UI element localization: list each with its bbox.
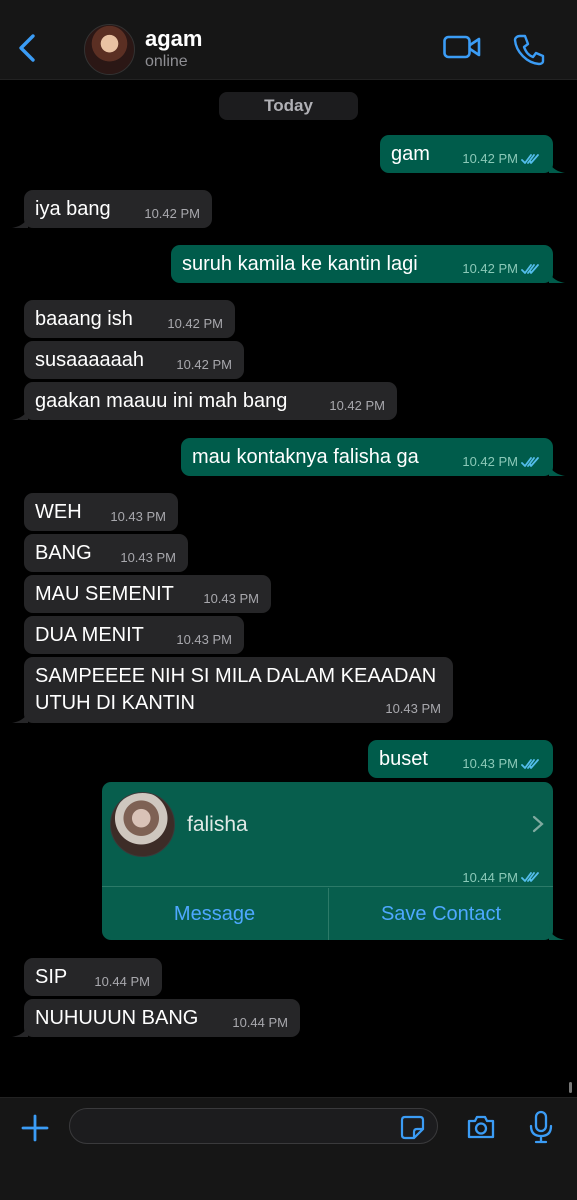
shared-contact-avatar: [110, 792, 175, 857]
message-text: WEH: [35, 501, 82, 523]
message-bubble-incoming[interactable]: SIP 10.44 PM: [24, 958, 162, 996]
bubble-tail: [549, 159, 565, 173]
message-bubble-outgoing[interactable]: mau kontaknya falisha ga 10.42 PM: [181, 438, 565, 476]
message-bubble-incoming[interactable]: WEH 10.43 PM: [24, 493, 178, 531]
message-bubble-incoming[interactable]: NUHUUUN BANG 10.44 PM: [12, 999, 300, 1037]
message-bubble-incoming[interactable]: gaakan maauu ini mah bang 10.42 PM: [12, 382, 397, 420]
date-separator: Today: [219, 92, 358, 120]
message-text: DUA MENIT: [35, 624, 144, 646]
double-check-icon: [521, 872, 539, 882]
save-contact-button[interactable]: Save Contact: [328, 888, 553, 940]
contact-name[interactable]: agam: [145, 26, 202, 52]
message-time: 10.42 PM: [176, 357, 232, 372]
double-check-icon: [521, 759, 539, 769]
chat-header: agam online: [0, 0, 577, 80]
message-bubble-incoming[interactable]: susaaaaaah 10.42 PM: [24, 341, 244, 379]
bubble-tail: [12, 406, 28, 420]
bubble-tail: [12, 214, 28, 228]
message-time: 10.43 PM: [176, 632, 232, 647]
message-text: MAU SEMENIT: [35, 583, 174, 605]
double-check-icon: [521, 264, 539, 274]
message-time: 10.42 PM: [167, 316, 223, 331]
message-text: SIP: [35, 966, 68, 988]
sticker-icon[interactable]: [400, 1115, 425, 1140]
message-text: BANG: [35, 542, 92, 564]
contact-avatar[interactable]: [84, 24, 135, 75]
message-bubble-incoming[interactable]: MAU SEMENIT 10.43 PM: [24, 575, 271, 613]
bubble-tail: [12, 709, 28, 723]
message-composer: [0, 1097, 577, 1200]
message-time: 10.42 PM: [462, 151, 518, 166]
message-text: suruh kamila ke kantin lagi: [182, 253, 418, 275]
message-text: gaakan maauu ini mah bang: [35, 390, 288, 412]
bubble-tail: [549, 926, 565, 940]
message-text: gam: [391, 143, 430, 165]
message-time: 10.43 PM: [385, 701, 441, 716]
double-check-icon: [521, 457, 539, 467]
message-time: 10.44 PM: [232, 1015, 288, 1030]
camera-icon[interactable]: [466, 1114, 496, 1140]
message-text: NUHUUUN BANG: [35, 1007, 199, 1029]
message-bubble-incoming[interactable]: baaang ish 10.42 PM: [24, 300, 235, 338]
back-chevron-icon[interactable]: [12, 28, 42, 68]
message-text: SAMPEEEE NIH SI MILA DALAM KEAADAN: [35, 665, 437, 687]
message-bubble-incoming[interactable]: iya bang 10.42 PM: [12, 190, 212, 228]
contact-card-header[interactable]: falisha 10.44 PM: [102, 782, 553, 887]
message-time: 10.43 PM: [462, 756, 518, 771]
message-bubble-outgoing[interactable]: gam 10.42 PM: [380, 135, 565, 173]
message-bubble-outgoing[interactable]: suruh kamila ke kantin lagi 10.42 PM: [171, 245, 565, 283]
message-bubble-incoming[interactable]: BANG 10.43 PM: [24, 534, 188, 572]
message-time: 10.43 PM: [110, 509, 166, 524]
video-call-icon[interactable]: [442, 32, 482, 62]
message-input[interactable]: [69, 1108, 438, 1144]
phone-call-icon[interactable]: [512, 33, 546, 67]
message-time: 10.44 PM: [462, 870, 518, 885]
chevron-right-icon: [532, 815, 544, 833]
shared-contact-card[interactable]: falisha 10.44 PM Message Save Contact: [102, 782, 565, 940]
bubble-tail: [549, 462, 565, 476]
message-text: susaaaaaah: [35, 349, 144, 371]
message-time: 10.43 PM: [203, 591, 259, 606]
plus-icon[interactable]: [20, 1113, 50, 1143]
message-bubble-incoming[interactable]: SAMPEEEE NIH SI MILA DALAM KEAADAN UTUH …: [12, 657, 453, 723]
message-text: mau kontaknya falisha ga: [192, 446, 419, 468]
message-time: 10.42 PM: [462, 261, 518, 276]
message-time: 10.42 PM: [462, 454, 518, 469]
message-text: buset: [379, 748, 428, 770]
message-contact-button[interactable]: Message: [102, 888, 327, 940]
shared-contact-name: falisha: [187, 813, 248, 836]
message-text-line-2: UTUH DI KANTIN: [35, 692, 195, 714]
message-time: 10.43 PM: [120, 550, 176, 565]
contact-status: online: [145, 53, 188, 70]
scrollbar[interactable]: [569, 1082, 572, 1093]
microphone-icon[interactable]: [528, 1110, 554, 1144]
message-bubble-incoming[interactable]: DUA MENIT 10.43 PM: [24, 616, 244, 654]
bubble-tail: [549, 269, 565, 283]
message-text: baaang ish: [35, 308, 133, 330]
message-text: iya bang: [35, 198, 111, 220]
message-bubble-outgoing[interactable]: buset 10.43 PM: [368, 740, 553, 778]
bubble-tail: [12, 1023, 28, 1037]
double-check-icon: [521, 154, 539, 164]
message-time: 10.42 PM: [329, 398, 385, 413]
message-time: 10.42 PM: [144, 206, 200, 221]
message-time: 10.44 PM: [94, 974, 150, 989]
